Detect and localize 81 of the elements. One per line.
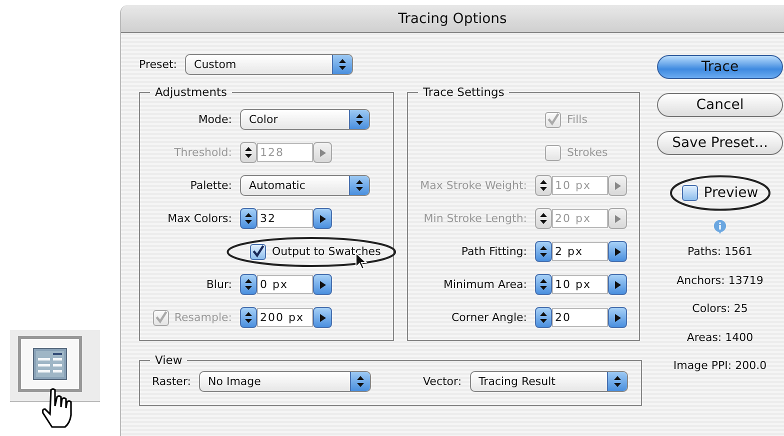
play-arrow-icon bbox=[614, 314, 620, 322]
statistic-text: Areas: 1400 bbox=[686, 330, 754, 346]
info-icon bbox=[713, 219, 727, 235]
number-field[interactable]: 2 px bbox=[552, 242, 608, 261]
up-down-arrows-icon bbox=[339, 58, 346, 70]
stepper-arrows[interactable] bbox=[240, 274, 257, 295]
stepper-arrows[interactable] bbox=[240, 307, 257, 328]
play-arrow-icon bbox=[320, 148, 326, 156]
push-button[interactable]: Save Preset... bbox=[657, 131, 783, 155]
field-label: Max Colors: bbox=[166, 212, 232, 225]
up-down-arrows-icon bbox=[245, 213, 252, 224]
field-label: Corner Angle: bbox=[450, 311, 527, 324]
up-down-arrows-icon bbox=[357, 376, 364, 387]
stepper-arrows[interactable] bbox=[535, 241, 552, 262]
up-down-arrows-icon bbox=[540, 213, 547, 224]
popup-menu[interactable]: No Image bbox=[199, 371, 371, 392]
play-arrow-icon bbox=[320, 280, 326, 288]
number-field[interactable]: 10 px bbox=[552, 275, 608, 294]
tracing-options-button[interactable] bbox=[18, 336, 82, 392]
play-arrow-icon bbox=[614, 214, 620, 222]
hand-cursor-icon bbox=[40, 388, 74, 428]
menu-arrow-button[interactable] bbox=[313, 274, 332, 295]
play-arrow-icon bbox=[320, 314, 326, 322]
up-down-arrows-icon bbox=[540, 246, 547, 257]
statistic-text: Paths: 1561 bbox=[687, 245, 753, 260]
stepper-arrows[interactable] bbox=[240, 208, 257, 229]
field-label: Path Fitting: bbox=[460, 245, 527, 258]
menu-arrow-button[interactable] bbox=[608, 241, 627, 262]
field-label: Preset: bbox=[139, 58, 178, 70]
field-label: Minimum Area: bbox=[442, 278, 527, 291]
up-down-arrows-icon bbox=[356, 114, 363, 125]
play-arrow-icon bbox=[320, 214, 326, 222]
list-panel-icon bbox=[33, 348, 67, 380]
up-down-arrows-icon bbox=[614, 376, 621, 387]
checkbox[interactable] bbox=[682, 185, 698, 201]
menu-arrow-button[interactable] bbox=[313, 307, 332, 328]
field-label: Max Stroke Weight: bbox=[419, 179, 527, 192]
field-label: Vector: bbox=[423, 375, 462, 388]
number-field[interactable]: 32 bbox=[257, 209, 313, 228]
menu-arrow-button[interactable] bbox=[313, 208, 332, 229]
number-field[interactable]: 0 px bbox=[257, 275, 313, 294]
play-arrow-icon bbox=[614, 280, 620, 288]
field-label: Resample: bbox=[174, 311, 232, 324]
stepper-arrows[interactable] bbox=[535, 307, 552, 328]
play-arrow-icon bbox=[614, 182, 620, 190]
field-label: Threshold: bbox=[173, 146, 232, 159]
checkbox-label: Preview bbox=[704, 185, 758, 201]
field-label: Mode: bbox=[197, 113, 232, 126]
play-arrow-icon bbox=[614, 248, 620, 256]
panel-title: Adjustments bbox=[154, 85, 228, 99]
checkbox-label: Strokes bbox=[567, 146, 608, 159]
popup-menu[interactable]: Color bbox=[240, 109, 370, 130]
statistic-text: Colors: 25 bbox=[692, 302, 748, 317]
checkbox-label: Output to Swatches bbox=[272, 245, 381, 258]
checkbox[interactable] bbox=[250, 244, 266, 260]
field-label: Blur: bbox=[205, 278, 232, 291]
up-down-arrows-icon bbox=[245, 147, 252, 158]
stepper-arrows[interactable] bbox=[535, 274, 552, 295]
menu-arrow-button[interactable] bbox=[608, 307, 627, 328]
up-down-arrows-icon bbox=[356, 180, 363, 191]
up-down-arrows-icon bbox=[540, 180, 547, 191]
menu-arrow-button[interactable] bbox=[608, 274, 627, 295]
checkbox-label: Fills bbox=[567, 113, 588, 126]
number-field[interactable]: 20 bbox=[552, 308, 608, 327]
window-title: Tracing Options bbox=[398, 10, 507, 26]
field-label: Raster: bbox=[152, 375, 191, 388]
push-button[interactable]: Trace bbox=[657, 55, 783, 79]
panel-title: Trace Settings bbox=[422, 85, 506, 99]
panel-title: View bbox=[154, 353, 184, 367]
statistic-text: Image PPI: 200.0 bbox=[673, 359, 767, 374]
up-down-arrows-icon bbox=[540, 279, 547, 290]
field-label: Palette: bbox=[189, 179, 232, 192]
popup-menu[interactable]: Tracing Result bbox=[470, 371, 628, 392]
statistic-text: Anchors: 13719 bbox=[676, 274, 764, 288]
up-down-arrows-icon bbox=[245, 279, 252, 290]
field-label: Min Stroke Length: bbox=[422, 212, 527, 225]
push-button[interactable]: Cancel bbox=[657, 93, 783, 117]
popup-menu[interactable]: Custom bbox=[185, 54, 354, 74]
up-down-arrows-icon bbox=[540, 312, 547, 323]
popup-menu[interactable]: Automatic bbox=[240, 175, 370, 196]
up-down-arrows-icon bbox=[245, 312, 252, 323]
